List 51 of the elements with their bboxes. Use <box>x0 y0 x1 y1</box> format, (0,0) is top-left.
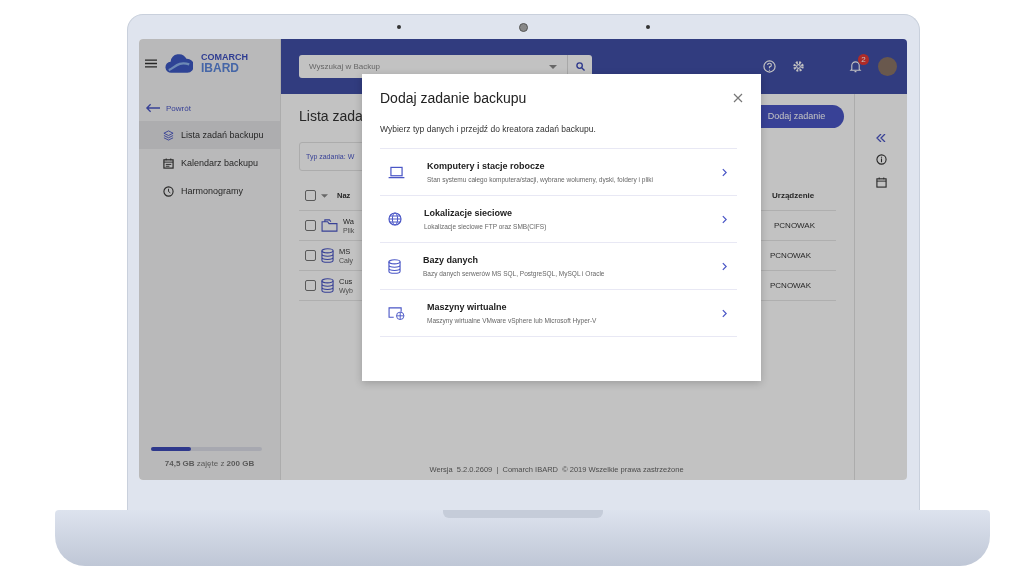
calendar-icon <box>163 157 174 169</box>
collapse-icon[interactable] <box>876 134 886 142</box>
database-icon <box>388 258 401 274</box>
bell-icon[interactable] <box>849 60 862 73</box>
row-checkbox[interactable] <box>305 220 316 231</box>
chevron-right-icon <box>722 167 727 177</box>
option-title: Komputery i stacje robocze <box>427 161 546 171</box>
database-icon <box>321 278 334 293</box>
sidebar-item[interactable]: Harmonogramy <box>139 177 280 205</box>
laptop-icon <box>388 165 405 179</box>
option-title: Lokalizacje sieciowe <box>424 208 514 218</box>
table-cell: PCNOWAK <box>770 251 812 260</box>
monitor-globe-icon <box>388 306 405 320</box>
globe-icon <box>388 212 402 226</box>
clock-icon <box>163 185 174 197</box>
storage-usage: 74,5 GB zajęte z 200 GB <box>163 459 256 468</box>
option-title: Bazy danych <box>423 255 480 265</box>
chevron-right-icon <box>722 308 727 318</box>
page-title: Lista zada <box>299 108 363 124</box>
dialog-intro: Wybierz typ danych i przejdź do kreatora zadań backupu. <box>380 124 597 134</box>
sidebar-item[interactable]: Lista zadań backupu <box>139 121 280 149</box>
option-title: Maszyny wirtualne <box>427 302 508 312</box>
cloud-logo-icon <box>165 52 193 74</box>
database-icon <box>321 248 334 263</box>
arrow-left-icon <box>145 103 160 113</box>
table-cell: PCNOWAK <box>774 221 816 230</box>
row-checkbox[interactable] <box>305 280 316 291</box>
select-all-checkbox[interactable] <box>305 190 316 201</box>
folder-icon <box>321 219 338 232</box>
chevron-right-icon <box>722 214 727 224</box>
calendar-icon[interactable] <box>875 177 887 188</box>
notification-badge: 2 <box>858 54 869 65</box>
sidebar-item[interactable]: Kalendarz backupu <box>139 149 280 177</box>
info-icon[interactable] <box>875 154 887 165</box>
column-header: Urządzenie <box>772 191 815 200</box>
row-checkbox[interactable] <box>305 250 316 261</box>
chevron-right-icon <box>722 261 727 271</box>
caret-icon <box>549 64 557 69</box>
menu-icon[interactable] <box>145 58 157 68</box>
help-icon[interactable] <box>763 60 776 73</box>
back-link[interactable]: Powrót <box>139 87 280 121</box>
close-icon[interactable] <box>733 93 743 103</box>
dialog-title: Dodaj zadanie backupu <box>380 90 527 106</box>
table-cell: PCNOWAK <box>770 281 812 290</box>
camera-icon <box>518 22 528 32</box>
sensor-icon <box>396 25 401 29</box>
caret-icon[interactable] <box>321 193 328 198</box>
logo-text: IBARD <box>201 61 240 74</box>
logo-text: COMARCH <box>201 52 248 62</box>
layers-icon <box>163 129 174 141</box>
sensor-icon <box>645 25 650 29</box>
